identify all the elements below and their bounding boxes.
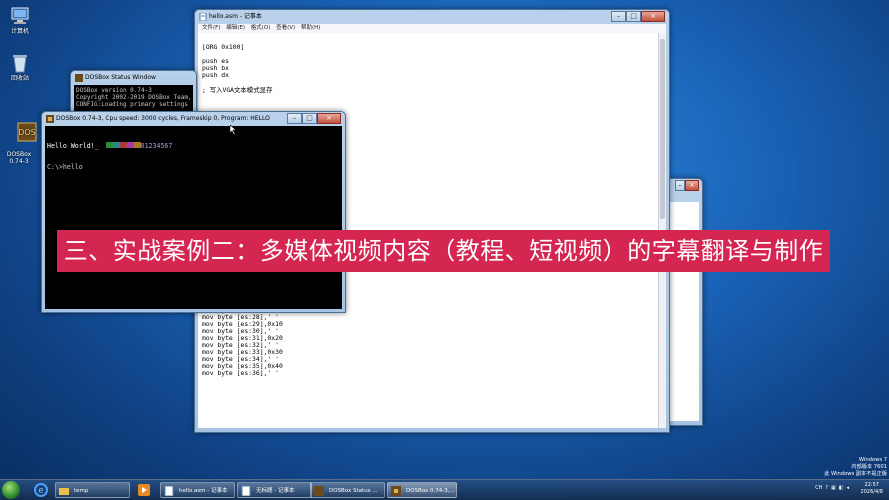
start-button[interactable] bbox=[2, 481, 20, 499]
notepad-title: hello.asm - 记事本 bbox=[195, 10, 669, 24]
keyboard-icon[interactable]: ▦ bbox=[831, 485, 836, 491]
clock[interactable]: 22:57 2026/4/8 bbox=[861, 482, 883, 496]
notepad-icon bbox=[199, 13, 207, 21]
taskbar: e temp hello.asm - 记事本 无标题 - 记事本 DOSBox … bbox=[0, 479, 889, 500]
watermark-line: 此 Windows 副本不是正版 bbox=[824, 471, 887, 477]
desktop-icon-label: 回收站 bbox=[10, 75, 29, 82]
hello-world-output: Hello World!_ bbox=[47, 142, 99, 150]
language-indicator[interactable]: CH bbox=[815, 485, 822, 491]
notepad-menubar: 文件(F) 编辑(E) 格式(O) 查看(V) 帮助(H) bbox=[198, 24, 666, 33]
dosbox-screen[interactable]: Hello World!_ 01234567 C:\>hello bbox=[45, 126, 342, 309]
menu-file[interactable]: 文件(F) bbox=[202, 25, 220, 31]
notepad-icon bbox=[164, 486, 174, 496]
taskbar-button-temp[interactable]: temp bbox=[55, 482, 130, 498]
menu-edit[interactable]: 编辑(E) bbox=[226, 25, 245, 31]
window-controls: – □ × bbox=[611, 11, 665, 22]
dosbox-icon bbox=[46, 115, 54, 123]
dosbox-icon bbox=[391, 486, 401, 496]
window-controls: – □ × bbox=[287, 113, 341, 124]
watermark-line: 内部版本 7601 bbox=[851, 464, 887, 470]
watermark-line: Windows 7 bbox=[858, 457, 887, 463]
window-controls: – × bbox=[675, 180, 699, 191]
clock-date: 2026/4/8 bbox=[860, 489, 883, 495]
taskbar-button-label: 无标题 - 记事本 bbox=[256, 488, 295, 494]
maximize-button[interactable]: □ bbox=[302, 113, 317, 124]
notepad-icon bbox=[241, 486, 251, 496]
internet-explorer-icon[interactable]: e bbox=[34, 483, 48, 497]
svg-text:DOS: DOS bbox=[18, 128, 36, 137]
windows-watermark: Windows 7 内部版本 7601 此 Windows 副本不是正版 bbox=[824, 457, 887, 478]
desktop-icon-recycle-bin[interactable]: 回收站 bbox=[0, 53, 40, 82]
menu-help[interactable]: 帮助(H) bbox=[301, 25, 320, 31]
desktop-icon-dosbox[interactable]: DOS DOSBox 0.74-3 bbox=[0, 101, 39, 172]
close-button[interactable]: × bbox=[317, 113, 341, 124]
caption-banner: 三、实战案例二：多媒体视频内容（教程、短视频）的字幕翻译与制作 bbox=[57, 230, 830, 272]
close-button[interactable]: × bbox=[685, 180, 699, 191]
vga-output-line: Hello World!_ 01234567 bbox=[47, 142, 340, 150]
dos-prompt: C:\>hello bbox=[47, 163, 83, 171]
svg-text:e: e bbox=[38, 486, 44, 496]
minimize-button[interactable]: – bbox=[287, 113, 302, 124]
menu-format[interactable]: 格式(O) bbox=[251, 25, 271, 31]
color-blocks bbox=[98, 142, 141, 150]
desktop-icon-label: 计算机 bbox=[10, 28, 29, 35]
close-button[interactable]: × bbox=[641, 11, 665, 22]
system-tray: CH ? ▦ ◧ ◂ bbox=[815, 485, 849, 491]
clock-time: 22:57 bbox=[864, 482, 879, 488]
computer-icon bbox=[10, 6, 30, 26]
taskbar-button-notepad-hello[interactable]: hello.asm - 记事本 bbox=[160, 482, 235, 498]
dosbox-title-text: DOSBox 0.74-3, Cpu speed: 3000 cycles, F… bbox=[56, 115, 270, 122]
mouse-cursor-icon bbox=[230, 125, 237, 135]
recycle-bin-icon bbox=[10, 53, 30, 73]
minimize-button[interactable]: – bbox=[675, 180, 685, 191]
menu-view[interactable]: 查看(V) bbox=[276, 25, 295, 31]
folder-icon bbox=[59, 488, 69, 495]
dosbox-status-title-text: DOSBox Status Window bbox=[85, 74, 156, 81]
desktop-icon-computer[interactable]: 计算机 bbox=[0, 6, 40, 35]
network-icon[interactable]: ◧ bbox=[839, 485, 844, 491]
dosbox-status-title: DOSBox Status Window bbox=[71, 71, 196, 85]
taskbar-button-label: DOSBox Status ... bbox=[329, 488, 378, 494]
scrollbar-thumb[interactable] bbox=[660, 39, 665, 219]
taskbar-button-notepad-untitled[interactable]: 无标题 - 记事本 bbox=[237, 482, 312, 498]
media-player-icon[interactable] bbox=[137, 483, 151, 497]
taskbar-button-label: hello.asm - 记事本 bbox=[179, 488, 228, 494]
taskbar-button-label: DOSBox 0.74-3,... bbox=[406, 488, 455, 494]
taskbar-button-dosbox-status[interactable]: DOSBox Status ... bbox=[310, 482, 385, 498]
help-icon[interactable]: ? bbox=[825, 485, 828, 491]
dosbox-window[interactable]: DOSBox 0.74-3, Cpu speed: 3000 cycles, F… bbox=[41, 111, 346, 313]
minimize-button[interactable]: – bbox=[611, 11, 626, 22]
taskbar-button-label: temp bbox=[74, 488, 89, 494]
dosbox-icon bbox=[314, 486, 324, 496]
desktop-icon-label: DOSBox 0.74-3 bbox=[6, 151, 32, 165]
dosbox-icon: DOS bbox=[9, 115, 37, 142]
volume-icon[interactable]: ◂ bbox=[846, 485, 849, 491]
dosbox-icon bbox=[75, 74, 83, 82]
digits-output: 01234567 bbox=[140, 142, 173, 150]
maximize-button[interactable]: □ bbox=[626, 11, 641, 22]
notepad-title-text: hello.asm - 记事本 bbox=[209, 13, 262, 20]
taskbar-button-dosbox[interactable]: DOSBox 0.74-3,... bbox=[387, 482, 457, 498]
